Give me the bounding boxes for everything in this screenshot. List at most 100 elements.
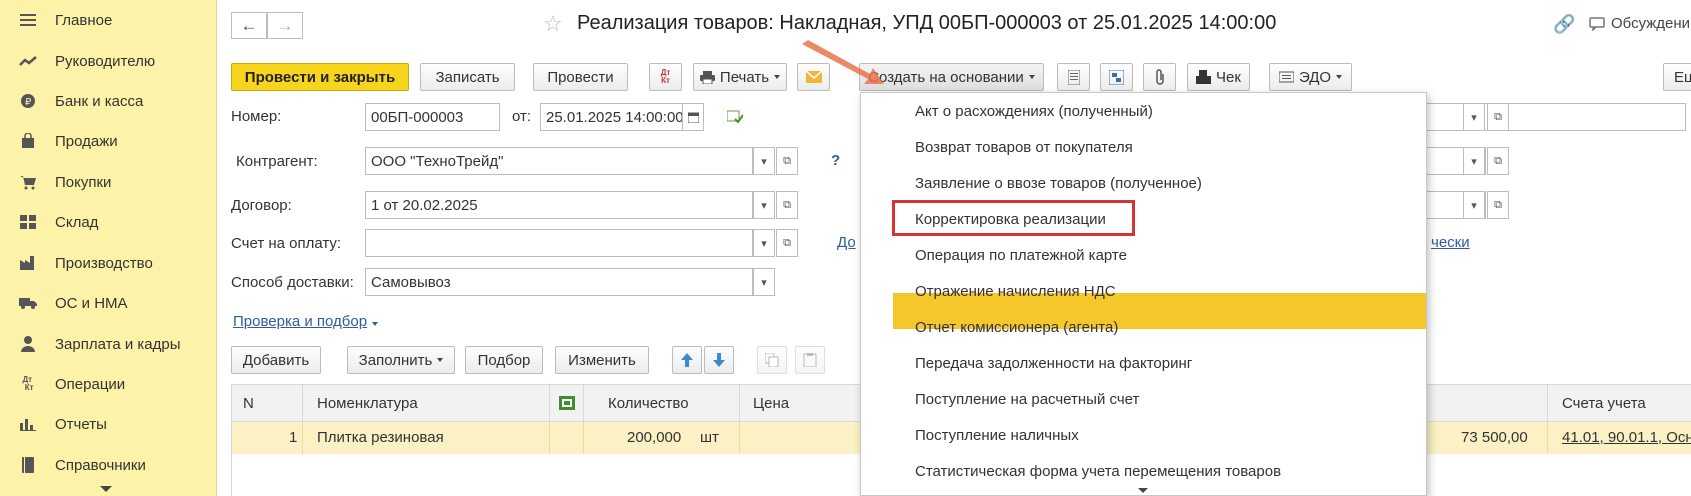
menu-item-vat-accrual[interactable]: Отражение начисления НДС [861,273,1426,309]
contract-field[interactable]: 1 от 20.02.2025 [365,191,753,219]
invoice-dropdown-button[interactable]: ▾ [753,229,775,257]
cell-quantity[interactable]: 200,000 [627,429,681,446]
link-icon[interactable]: 🔗 [1553,14,1575,35]
right-field-1-open[interactable]: ⧉ [1487,103,1509,131]
col-quantity[interactable]: Количество [608,395,689,412]
arrow-left-icon: ← [240,15,258,35]
invoice-field[interactable] [365,229,753,257]
menu-item-statistical-form[interactable]: Статистическая форма учета перемещения т… [861,453,1426,489]
contract-dropdown-button[interactable]: ▾ [753,191,775,219]
right-field-3-dropdown[interactable]: ▾ [1463,191,1485,219]
cell-unit[interactable]: шт [700,429,719,446]
contractor-field[interactable]: ООО "ТехноТрейд" [365,147,753,175]
sidebar-item-label: Склад [55,213,99,231]
favorite-star-icon[interactable]: ☆ [543,11,563,37]
menu-item-return-from-buyer[interactable]: Возврат товаров от покупателя [861,129,1426,165]
sidebar-item-bank[interactable]: ₽ Банк и касса [0,83,217,119]
sidebar-item-manager[interactable]: Руководителю [0,43,217,79]
list-doc-button[interactable] [1057,63,1090,91]
bag-icon [18,131,38,151]
sidebar-item-fixed-assets[interactable]: ОС и НМА [0,285,217,321]
change-button[interactable]: Изменить [555,346,649,374]
attach-button[interactable] [1143,63,1176,91]
right-field-2-open[interactable]: ⧉ [1487,147,1509,175]
right-link[interactable]: чески [1431,234,1470,251]
copy-button[interactable] [757,346,787,374]
menu-item-discrepancy-act[interactable]: Акт о расхождениях (полученный) [861,93,1426,129]
sidebar-item-reports[interactable]: Отчеты [0,406,217,442]
invoice-open-button[interactable]: ⧉ [776,229,798,257]
cell-n: 1 [289,429,298,446]
sidebar-item-operations[interactable]: Дт Кт Операции [0,366,217,402]
sidebar-item-production[interactable]: Производство [0,245,217,281]
menu-scroll-down-icon[interactable] [1138,488,1148,493]
delivery-label: Способ доставки: [231,274,354,291]
cell-sum[interactable]: 73 500,00 [1461,429,1528,446]
add-row-button[interactable]: Добавить [231,346,321,374]
paste-button[interactable] [795,346,825,374]
sidebar-item-salary[interactable]: Зарплата и кадры [0,326,217,362]
cell-accounts[interactable]: 41.01, 90.01.1, Основ [1562,429,1691,446]
col-nomenclature[interactable]: Номенклатура [317,395,418,412]
edo-button[interactable]: ЭДО [1269,63,1352,91]
col-price[interactable]: Цена [753,395,789,412]
dt-kt-button[interactable]: Дт Кт [649,63,682,91]
back-button[interactable]: ← [231,12,267,39]
right-field-2-dropdown[interactable]: ▾ [1463,147,1485,175]
date-field[interactable]: 25.01.2025 14:00:00 [540,103,684,131]
printer-icon [699,70,715,84]
menu-item-cash-receipt[interactable]: Поступление наличных [861,417,1426,453]
save-button[interactable]: Записать [420,63,515,91]
col-characteristic-icon[interactable] [559,396,575,414]
right-field-1-dropdown[interactable]: ▾ [1463,103,1485,131]
contract-label: Договор: [231,197,292,214]
move-up-button[interactable] [672,346,702,374]
cell-nomenclature[interactable]: Плитка резиновая [317,429,444,446]
number-label: Номер: [231,108,282,125]
post-and-close-button[interactable]: Провести и закрыть [231,63,409,91]
post-button[interactable]: Провести [533,63,628,91]
number-field[interactable]: 00БП-000003 [365,103,500,131]
sidebar-scroll-down-icon[interactable] [100,486,112,492]
sidebar-item-warehouse[interactable]: Склад [0,204,217,240]
invoice-add-link[interactable]: До [837,234,856,251]
fill-button[interactable]: Заполнить [347,346,455,374]
sidebar-item-label: Банк и касса [55,92,144,110]
delivery-field[interactable]: Самовывоз [365,268,753,296]
menu-item-import-statement[interactable]: Заявление о ввозе товаров (полученное) [861,165,1426,201]
contractor-dropdown-button[interactable]: ▾ [753,147,775,175]
paste-icon [803,353,817,367]
menu-item-bank-receipt[interactable]: Поступление на расчетный счет [861,381,1426,417]
book-icon [18,455,38,475]
forward-button[interactable]: → [267,12,303,39]
document-list-icon [1067,69,1080,85]
calendar-icon [687,112,699,123]
move-down-button[interactable] [704,346,734,374]
sidebar-item-sales[interactable]: Продажи [0,123,217,159]
calendar-button[interactable] [682,103,704,131]
menu-item-agent-report[interactable]: Отчет комиссионера (агента) [861,309,1426,345]
receipt-button[interactable]: Чек [1187,63,1250,91]
menu-item-card-operation[interactable]: Операция по платежной карте [861,237,1426,273]
delivery-dropdown-button[interactable]: ▾ [753,268,775,296]
invoice-label: Счет на оплату: [231,235,342,252]
check-and-select-link[interactable]: Проверка и подбор [233,313,379,330]
col-n[interactable]: N [243,395,254,412]
menu-item-factoring[interactable]: Передача задолженности на факторинг [861,345,1426,381]
right-field-3-open[interactable]: ⧉ [1487,191,1509,219]
discussions-button[interactable]: Обсуждени [1589,15,1690,32]
sidebar-item-directories[interactable]: Справочники [0,447,217,483]
more-button[interactable]: Ец [1663,63,1691,91]
edo-icon [1278,71,1294,83]
sidebar-item-purchases[interactable]: Покупки [0,164,217,200]
sidebar-item-main[interactable]: Главное [0,2,217,38]
discussions-label: Обсуждени [1611,15,1691,32]
contractor-open-button[interactable]: ⧉ [776,147,798,175]
col-accounts[interactable]: Счета учета [1562,395,1646,412]
print-button[interactable]: Печать [693,63,787,91]
contract-open-button[interactable]: ⧉ [776,191,798,219]
structure-button[interactable] [1100,63,1133,91]
sidebar-item-label: Главное [55,11,113,29]
help-icon[interactable]: ? [831,152,840,169]
select-button[interactable]: Подбор [465,346,543,374]
